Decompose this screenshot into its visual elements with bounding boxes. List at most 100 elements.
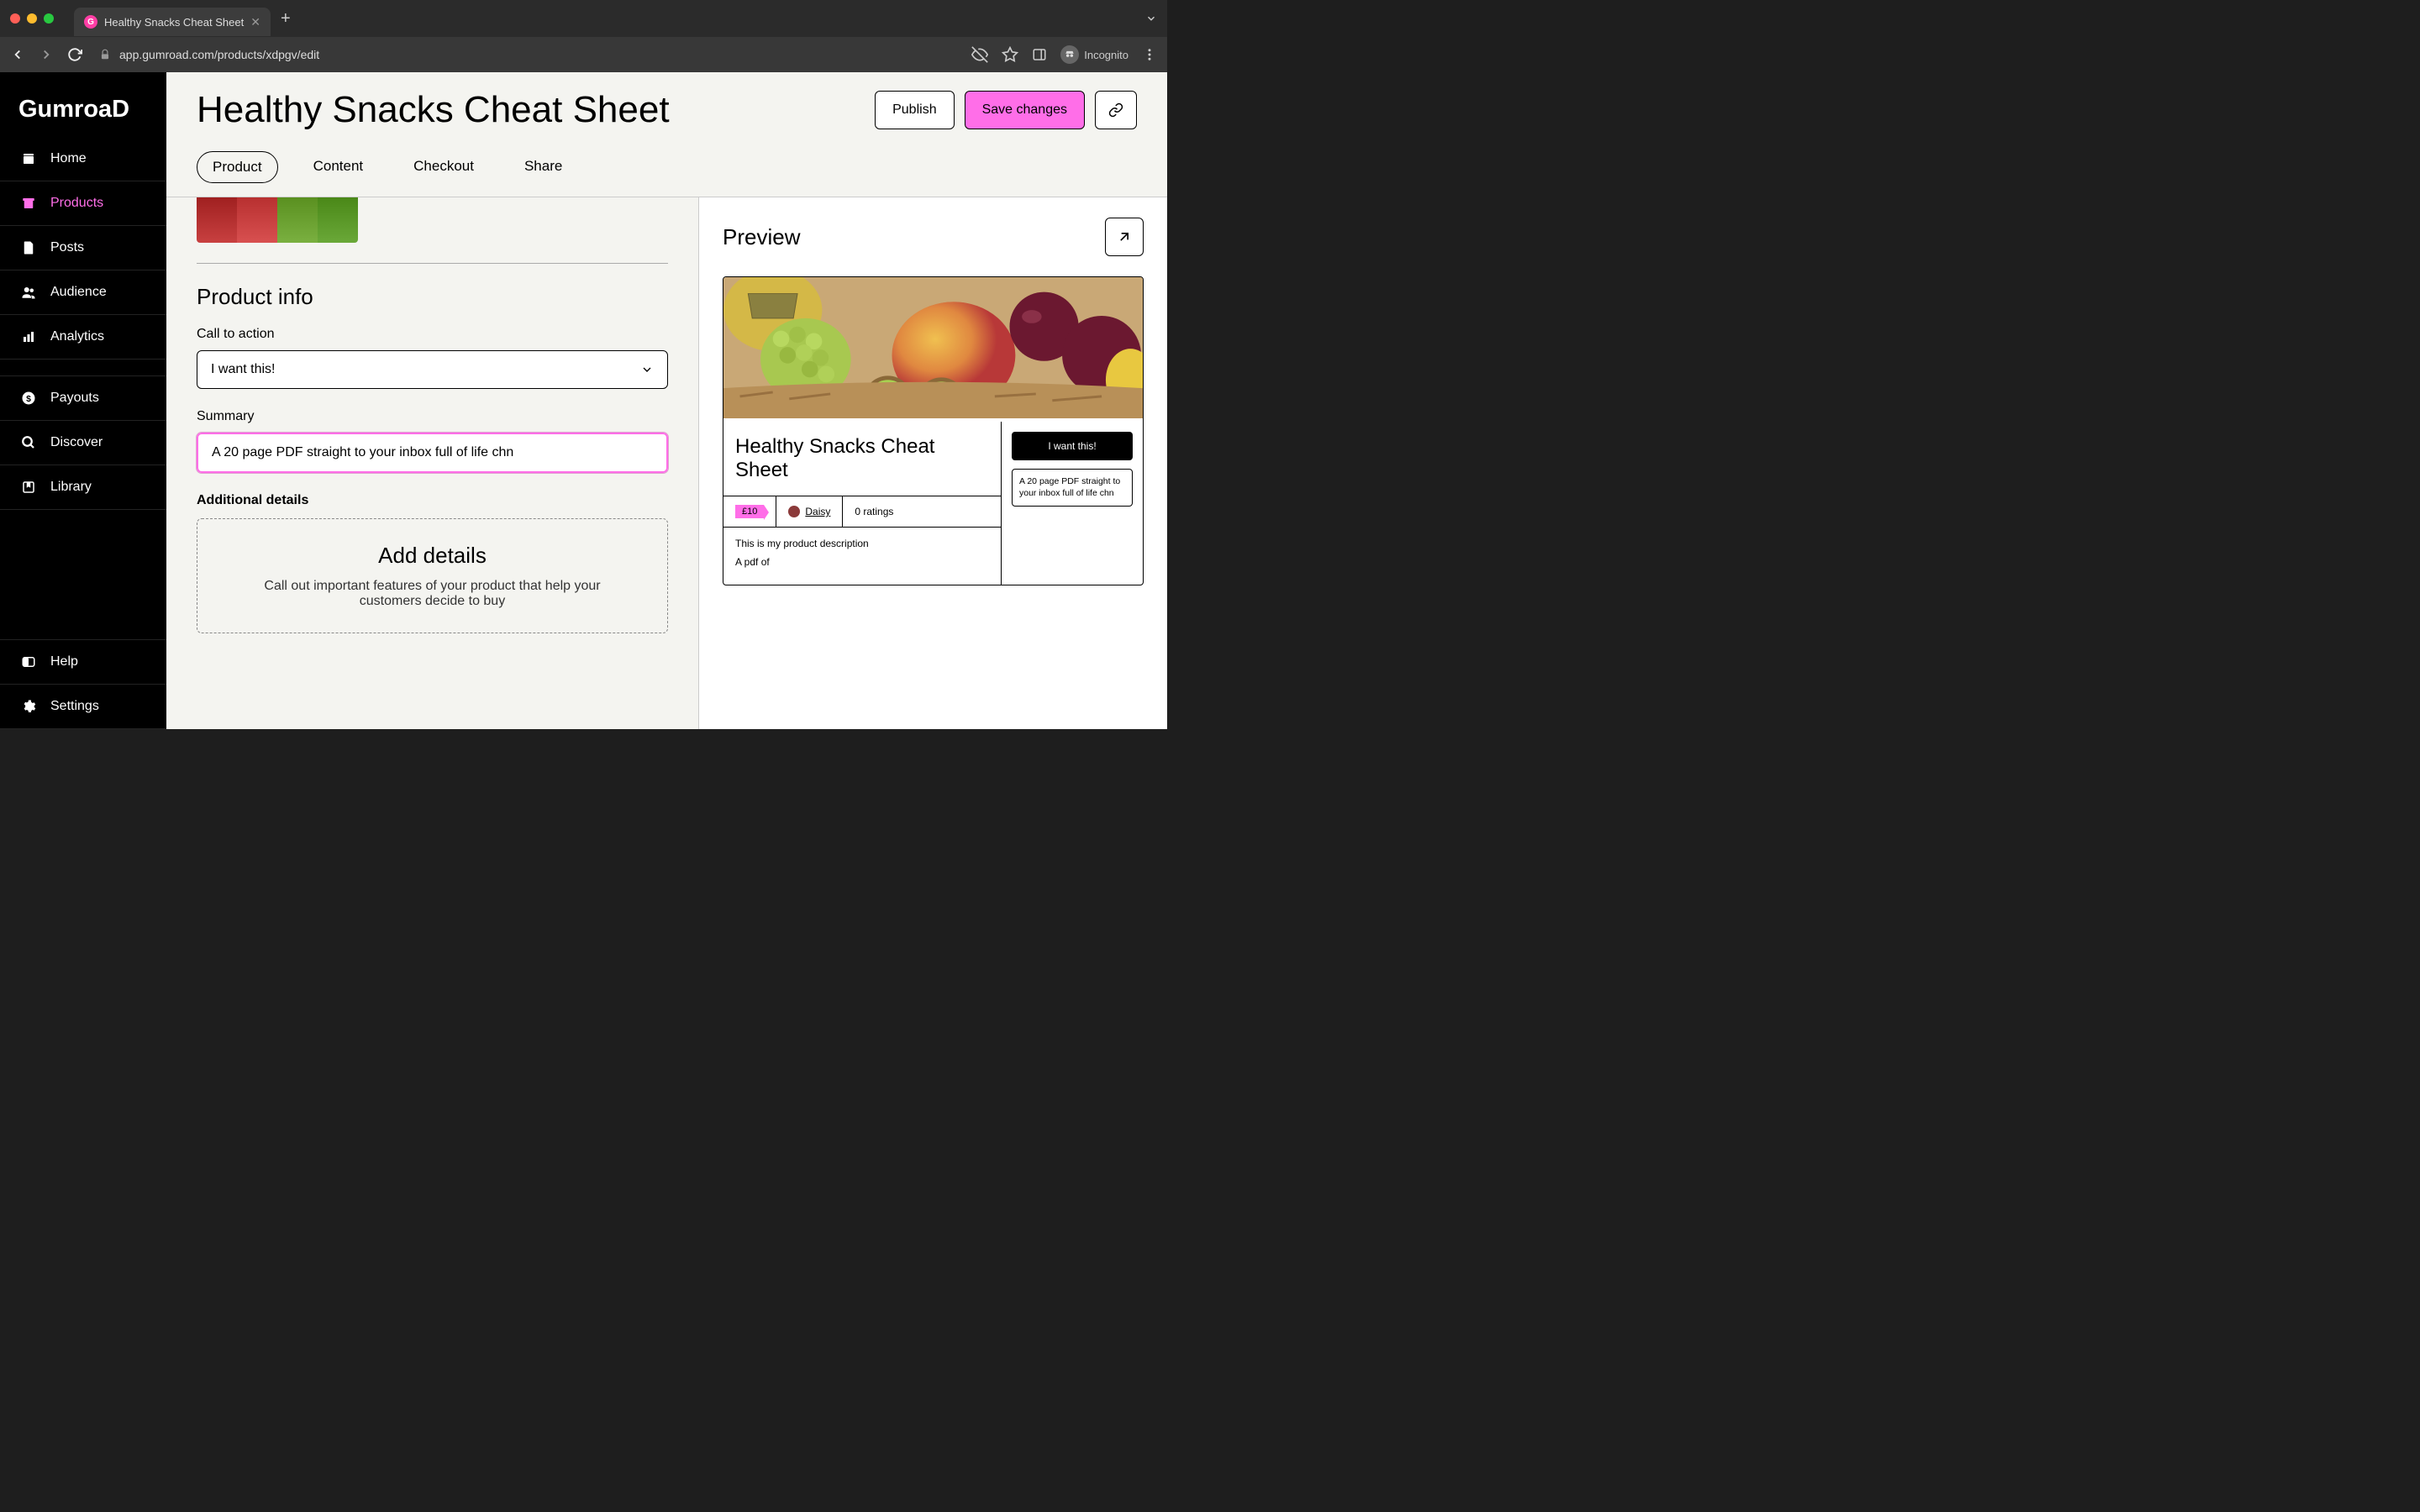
- preview-description: This is my product description A pdf of: [723, 528, 1001, 585]
- tab-bar: G Healthy Snacks Cheat Sheet ✕ +: [0, 0, 1167, 37]
- minimize-window-icon[interactable]: [27, 13, 37, 24]
- maximize-window-icon[interactable]: [44, 13, 54, 24]
- preview-pane: Preview: [699, 197, 1167, 729]
- forward-button[interactable]: [39, 47, 54, 62]
- browser-chrome: G Healthy Snacks Cheat Sheet ✕ + app.gum…: [0, 0, 1167, 72]
- new-tab-button[interactable]: +: [281, 9, 291, 29]
- tab-title: Healthy Snacks Cheat Sheet: [104, 16, 244, 29]
- details-label: Additional details: [197, 493, 668, 508]
- cta-label: Call to action: [197, 327, 668, 342]
- sidebar-item-audience[interactable]: Audience: [0, 270, 166, 315]
- incognito-icon: [1060, 45, 1079, 64]
- panel-icon[interactable]: [1032, 47, 1047, 62]
- sidebar-item-label: Help: [50, 654, 78, 669]
- sidebar-item-label: Library: [50, 480, 92, 495]
- users-icon: [20, 285, 37, 300]
- ratings-text: 0 ratings: [843, 496, 905, 527]
- preview-hero-image: [723, 277, 1143, 422]
- price-badge: £10: [723, 496, 776, 527]
- sidebar-item-label: Posts: [50, 240, 84, 255]
- tab-checkout[interactable]: Checkout: [398, 151, 489, 183]
- bars-icon: [20, 329, 37, 344]
- header: Healthy Snacks Cheat Sheet Publish Save …: [166, 72, 1167, 197]
- cta-select[interactable]: I want this!: [197, 350, 668, 389]
- eye-off-icon[interactable]: [971, 46, 988, 63]
- tab-content[interactable]: Content: [298, 151, 379, 183]
- sidebar-item-help[interactable]: Help: [0, 640, 166, 685]
- sidebar-item-discover[interactable]: Discover: [0, 421, 166, 465]
- sidebar-item-label: Discover: [50, 435, 103, 450]
- tab-product[interactable]: Product: [197, 151, 278, 183]
- details-sub: Call out important features of your prod…: [234, 579, 630, 609]
- author-link[interactable]: Daisy: [776, 496, 843, 527]
- sidebar-item-label: Settings: [50, 699, 99, 714]
- link-icon: [1108, 102, 1123, 118]
- archive-icon: [20, 196, 37, 211]
- bookmark-icon: [20, 480, 37, 495]
- tabs-dropdown-icon[interactable]: [1145, 13, 1157, 24]
- dollar-icon: $: [20, 391, 37, 406]
- link-button[interactable]: [1095, 91, 1137, 129]
- sidebar-item-label: Products: [50, 196, 103, 211]
- cta-value: I want this!: [211, 362, 275, 377]
- sidebar-item-analytics[interactable]: Analytics: [0, 315, 166, 360]
- lock-icon: [99, 49, 111, 60]
- preview-summary: A 20 page PDF straight to your inbox ful…: [1012, 469, 1133, 507]
- details-box[interactable]: Add details Call out important features …: [197, 518, 668, 633]
- summary-input[interactable]: [197, 433, 668, 473]
- help-icon: [20, 654, 37, 669]
- address-bar[interactable]: app.gumroad.com/products/xdpgv/edit: [96, 48, 958, 61]
- star-icon[interactable]: [1002, 46, 1018, 63]
- incognito-badge[interactable]: Incognito: [1060, 45, 1128, 64]
- file-icon: [20, 240, 37, 255]
- preview-cta-button[interactable]: I want this!: [1012, 432, 1133, 460]
- sidebar-item-products[interactable]: Products: [0, 181, 166, 226]
- sidebar-item-home[interactable]: Home: [0, 137, 166, 181]
- reload-button[interactable]: [67, 47, 82, 62]
- close-window-icon[interactable]: [10, 13, 20, 24]
- product-thumbnail[interactable]: [197, 197, 358, 243]
- preview-product-title: Healthy Snacks Cheat Sheet: [723, 422, 1001, 496]
- home-icon: [20, 151, 37, 166]
- sidebar-item-label: Analytics: [50, 329, 104, 344]
- preview-meta: £10 Daisy 0 ratings: [723, 496, 1001, 528]
- sidebar-item-label: Audience: [50, 285, 107, 300]
- preview-card: Healthy Snacks Cheat Sheet £10 Daisy 0 r…: [723, 276, 1144, 585]
- app: GumroaD Home Products Posts Audience Ana…: [0, 72, 1167, 729]
- external-link-icon: [1116, 228, 1133, 245]
- back-button[interactable]: [10, 47, 25, 62]
- menu-icon[interactable]: [1142, 47, 1157, 62]
- chevron-down-icon: [640, 363, 654, 376]
- sidebar: GumroaD Home Products Posts Audience Ana…: [0, 72, 166, 729]
- publish-button[interactable]: Publish: [875, 91, 954, 129]
- details-heading: Add details: [234, 543, 630, 569]
- svg-text:$: $: [26, 394, 31, 404]
- close-tab-icon[interactable]: ✕: [250, 15, 260, 29]
- save-button[interactable]: Save changes: [965, 91, 1085, 129]
- logo[interactable]: GumroaD: [0, 72, 166, 137]
- browser-tab[interactable]: G Healthy Snacks Cheat Sheet ✕: [74, 8, 271, 36]
- sidebar-item-settings[interactable]: Settings: [0, 685, 166, 729]
- sidebar-item-label: Payouts: [50, 391, 99, 406]
- search-icon: [20, 435, 37, 450]
- section-title: Product info: [197, 284, 668, 310]
- sidebar-item-label: Home: [50, 151, 87, 166]
- avatar-icon: [788, 506, 800, 517]
- editor-pane: Product info Call to action I want this!…: [166, 197, 699, 729]
- tabs: Product Content Checkout Share: [197, 151, 1137, 197]
- browser-toolbar: app.gumroad.com/products/xdpgv/edit Inco…: [0, 37, 1167, 72]
- main: Healthy Snacks Cheat Sheet Publish Save …: [166, 72, 1167, 729]
- gear-icon: [20, 699, 37, 714]
- preview-heading: Preview: [723, 224, 800, 250]
- content: Product info Call to action I want this!…: [166, 197, 1167, 729]
- window-controls: [10, 13, 54, 24]
- sidebar-item-payouts[interactable]: $ Payouts: [0, 376, 166, 421]
- url-text: app.gumroad.com/products/xdpgv/edit: [119, 48, 319, 61]
- sidebar-item-posts[interactable]: Posts: [0, 226, 166, 270]
- tab-share[interactable]: Share: [509, 151, 577, 183]
- page-title: Healthy Snacks Cheat Sheet: [197, 89, 670, 131]
- open-preview-button[interactable]: [1105, 218, 1144, 256]
- summary-label: Summary: [197, 409, 668, 424]
- sidebar-item-library[interactable]: Library: [0, 465, 166, 510]
- favicon-icon: G: [84, 15, 97, 29]
